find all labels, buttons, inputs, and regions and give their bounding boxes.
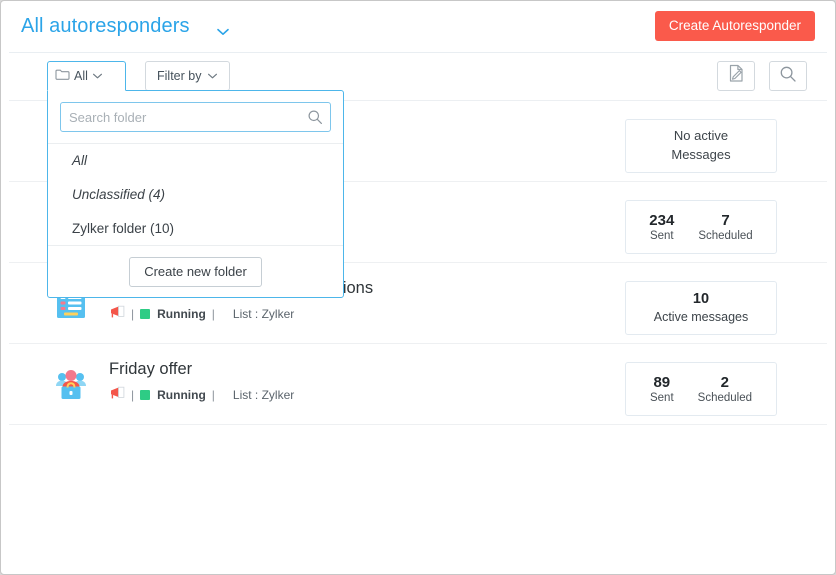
- filter-by-label: Filter by: [157, 69, 202, 83]
- stat-label: Scheduled: [698, 230, 753, 243]
- meta-separator: |: [211, 306, 215, 321]
- megaphone-icon: [109, 386, 125, 403]
- create-autoresponder-button[interactable]: Create Autoresponder: [654, 11, 815, 41]
- stat-number: 89: [653, 373, 671, 391]
- row-meta: | Running | List : Zylker: [109, 305, 373, 322]
- meta-separator: |: [131, 306, 135, 321]
- chevron-down-icon: [92, 69, 103, 83]
- note-edit-icon: [728, 64, 745, 88]
- chevron-down-icon[interactable]: [216, 24, 230, 35]
- filter-by-button[interactable]: Filter by: [145, 61, 231, 91]
- meta-separator: |: [211, 387, 215, 402]
- stat-label: Scheduled: [697, 392, 753, 405]
- row-title: Friday offer: [109, 360, 193, 378]
- status-dot-icon: [140, 308, 151, 319]
- folder-list: All Unclassified (4) Zylker folder (10): [48, 143, 343, 246]
- megaphone-icon: [109, 305, 125, 322]
- search-icon: [779, 65, 797, 88]
- create-new-folder-button[interactable]: Create new folder: [129, 256, 262, 287]
- row-meta: | Running | List : Zylker: [109, 386, 294, 403]
- stat-line-2: Messages: [671, 147, 731, 162]
- folder-item-all[interactable]: All: [48, 144, 343, 178]
- stat-number: 7: [721, 211, 730, 229]
- folder-item-zylker-folder[interactable]: Zylker folder (10): [48, 212, 343, 246]
- row-list-label: List : Zylker: [232, 387, 295, 402]
- stat-number: 2: [720, 373, 729, 391]
- audience-icon: [53, 366, 89, 402]
- row-main: Friday offer | Running | List: Zylker: [109, 360, 294, 403]
- status-badge: 234 Sent 7 Scheduled: [625, 200, 777, 254]
- table-row[interactable]: Friday offer | Running | List: Zylker 8…: [9, 344, 827, 425]
- stat-single: 10 Active messages: [654, 290, 748, 326]
- stat-label: Sent: [649, 230, 674, 243]
- stat-cell-scheduled: 7 Scheduled: [698, 212, 752, 243]
- status-dot-icon: [140, 389, 151, 400]
- search-button[interactable]: [769, 61, 807, 91]
- app-window: All autoresponders Create Autoresponder …: [0, 0, 836, 575]
- stat-cell-scheduled: 2 Scheduled: [698, 374, 752, 405]
- status-badge: 89 Sent 2 Scheduled: [625, 362, 777, 416]
- stat-number: 10: [692, 291, 710, 308]
- row-list-label: List : Zylker: [232, 306, 295, 321]
- status-badge: No active Messages: [625, 119, 777, 173]
- stat-cell-sent: 89 Sent: [650, 374, 674, 405]
- status-text: Running: [157, 387, 206, 402]
- stat-label: Sent: [649, 392, 674, 405]
- folder-filter-label: All: [74, 69, 88, 83]
- page-header: All autoresponders Create Autoresponder: [9, 5, 827, 53]
- meta-separator: |: [131, 387, 135, 402]
- stat-pair: 234 Sent 7 Scheduled: [649, 212, 752, 243]
- status-badge: 10 Active messages: [625, 281, 777, 335]
- toolbar: All Filter by Search folder All Unclassi…: [9, 53, 827, 298]
- app-content: All autoresponders Create Autoresponder …: [9, 5, 827, 569]
- stat-cell-sent: 234 Sent: [649, 212, 674, 243]
- stat-pair: 89 Sent 2 Scheduled: [650, 374, 752, 405]
- compose-note-button[interactable]: [717, 61, 755, 91]
- folder-search-wrapper: [60, 102, 331, 132]
- folder-dropdown-panel: All Unclassified (4) Zylker folder (10) …: [47, 90, 344, 298]
- page-title: All autoresponders: [21, 15, 190, 37]
- stat-line-1: No active: [673, 128, 729, 144]
- folder-filter-button[interactable]: All: [47, 61, 126, 91]
- stat-number: 234: [649, 211, 675, 229]
- folder-icon: [55, 68, 70, 84]
- no-active-messages-text: No active Messages: [671, 127, 730, 165]
- folder-item-unclassified[interactable]: Unclassified (4): [48, 178, 343, 212]
- folder-search-input[interactable]: [60, 102, 331, 132]
- folder-dropdown-footer: Create new folder: [48, 245, 343, 297]
- stat-label: Active messages: [653, 310, 749, 325]
- chevron-down-icon: [207, 69, 218, 83]
- status-text: Running: [157, 306, 206, 321]
